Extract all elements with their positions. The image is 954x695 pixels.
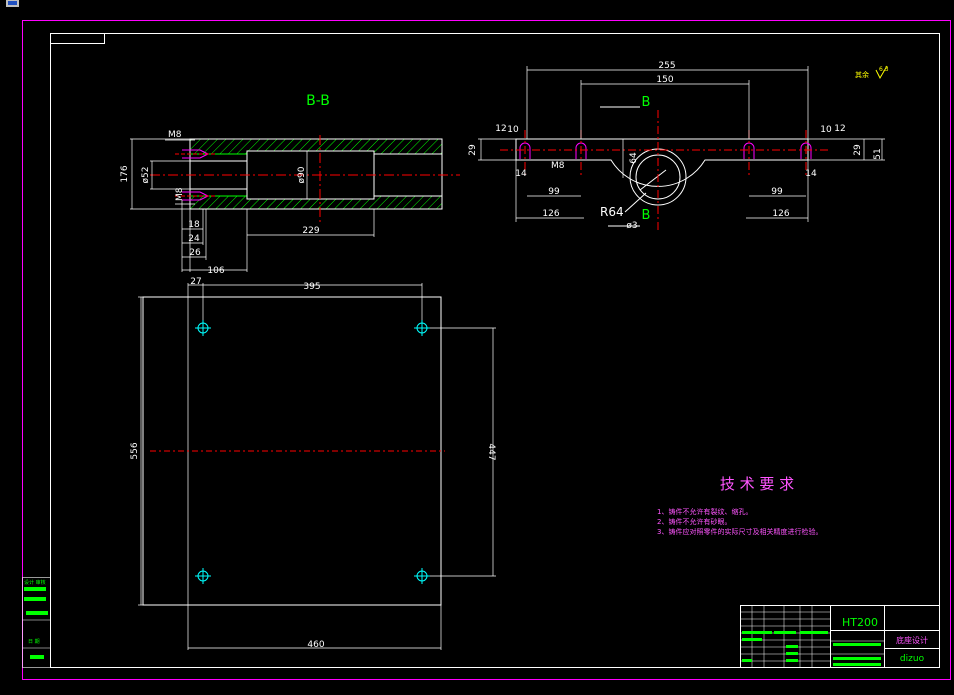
top-view: B B R64 M8 255 150 12 10 10 12 29 29 51 … bbox=[468, 61, 885, 232]
tech-item-1: 1、铸件不允许有裂纹、缩孔。 bbox=[657, 507, 752, 516]
section-mark-bottom: B bbox=[642, 208, 651, 223]
dim-14-right: 14 bbox=[805, 169, 817, 179]
dim-14-left: 14 bbox=[515, 169, 527, 179]
side-label-top: 设计 审核 bbox=[24, 579, 46, 586]
dim-d52: ø52 bbox=[141, 167, 151, 184]
dim-10-right: 10 bbox=[820, 125, 832, 135]
section-view-bb: B-B M8 M8 176 ø52 ø90 18 24 26 106 229 bbox=[120, 93, 460, 276]
section-title: B-B bbox=[306, 93, 330, 109]
dim-126-left: 126 bbox=[542, 209, 559, 219]
dim-447: 447 bbox=[486, 443, 496, 460]
roughness-value: 6.3 bbox=[879, 66, 889, 73]
dim-26: 26 bbox=[189, 248, 201, 258]
material-label: HT200 bbox=[842, 616, 878, 629]
dim-18: 18 bbox=[188, 220, 200, 230]
dim-395: 395 bbox=[303, 282, 320, 292]
plate-view: 27 395 556 447 460 bbox=[130, 277, 496, 650]
dim-51: 51 bbox=[873, 148, 883, 159]
m8-label: M8 bbox=[551, 161, 565, 171]
dim-24: 24 bbox=[188, 234, 200, 244]
dim-255: 255 bbox=[658, 61, 675, 71]
drawing-code-label: dizuo bbox=[900, 654, 925, 664]
dim-126-right: 126 bbox=[772, 209, 789, 219]
dim-556: 556 bbox=[130, 442, 140, 459]
dim-12-left: 12 bbox=[495, 124, 506, 134]
dim-29-right: 29 bbox=[853, 144, 863, 156]
side-table: 设计 审核 日 期 bbox=[22, 577, 51, 668]
side-label-mid: 日 期 bbox=[28, 639, 40, 645]
dim-64: 64 bbox=[629, 152, 639, 164]
title-block: HT200 底座设计 dizuo bbox=[740, 605, 940, 668]
tech-requirements: 技 术 要 求 1、铸件不允许有裂纹、缩孔。 2、铸件不允许有砂眼。 3、铸件应… bbox=[657, 475, 822, 536]
tech-title: 技 术 要 求 bbox=[720, 475, 794, 493]
plate-holes bbox=[195, 320, 430, 584]
part-name-label: 底座设计 bbox=[896, 635, 928, 645]
dim-229: 229 bbox=[302, 226, 319, 236]
dim-m8-top: M8 bbox=[168, 130, 182, 140]
cad-drawing-canvas[interactable]: B-B M8 M8 176 ø52 ø90 18 24 26 106 229 B… bbox=[0, 0, 954, 691]
section-mark-top: B bbox=[642, 95, 651, 110]
dim-106: 106 bbox=[207, 266, 224, 276]
code-box bbox=[50, 33, 105, 44]
dim-176: 176 bbox=[120, 165, 130, 182]
radius-label: R64 bbox=[600, 205, 624, 219]
dim-10-left: 10 bbox=[507, 125, 519, 135]
dim-12-right: 12 bbox=[834, 124, 845, 134]
dim-150: 150 bbox=[656, 75, 673, 85]
tech-item-2: 2、铸件不允许有砂眼。 bbox=[657, 517, 731, 526]
tech-item-3: 3、铸件应对照零件的实际尺寸及相关精度进行检验。 bbox=[657, 527, 822, 536]
roughness-label: 其余 bbox=[855, 70, 869, 79]
dim-460: 460 bbox=[307, 640, 324, 650]
cad-window-icon[interactable] bbox=[6, 0, 19, 7]
dim-99-left: 99 bbox=[548, 187, 560, 197]
dim-99-right: 99 bbox=[771, 187, 783, 197]
dim-m8-bottom: M8 bbox=[175, 187, 185, 201]
dim-d90: ø90 bbox=[297, 166, 307, 183]
roughness-symbol: 其余 6.3 bbox=[855, 65, 889, 80]
outer-frame bbox=[22, 20, 951, 680]
drawing-svg: B-B M8 M8 176 ø52 ø90 18 24 26 106 229 B… bbox=[6, 0, 951, 680]
dim-29-left: 29 bbox=[468, 144, 478, 156]
dim-27: 27 bbox=[190, 277, 201, 287]
dim-d-bottom: ø3 bbox=[626, 221, 637, 231]
